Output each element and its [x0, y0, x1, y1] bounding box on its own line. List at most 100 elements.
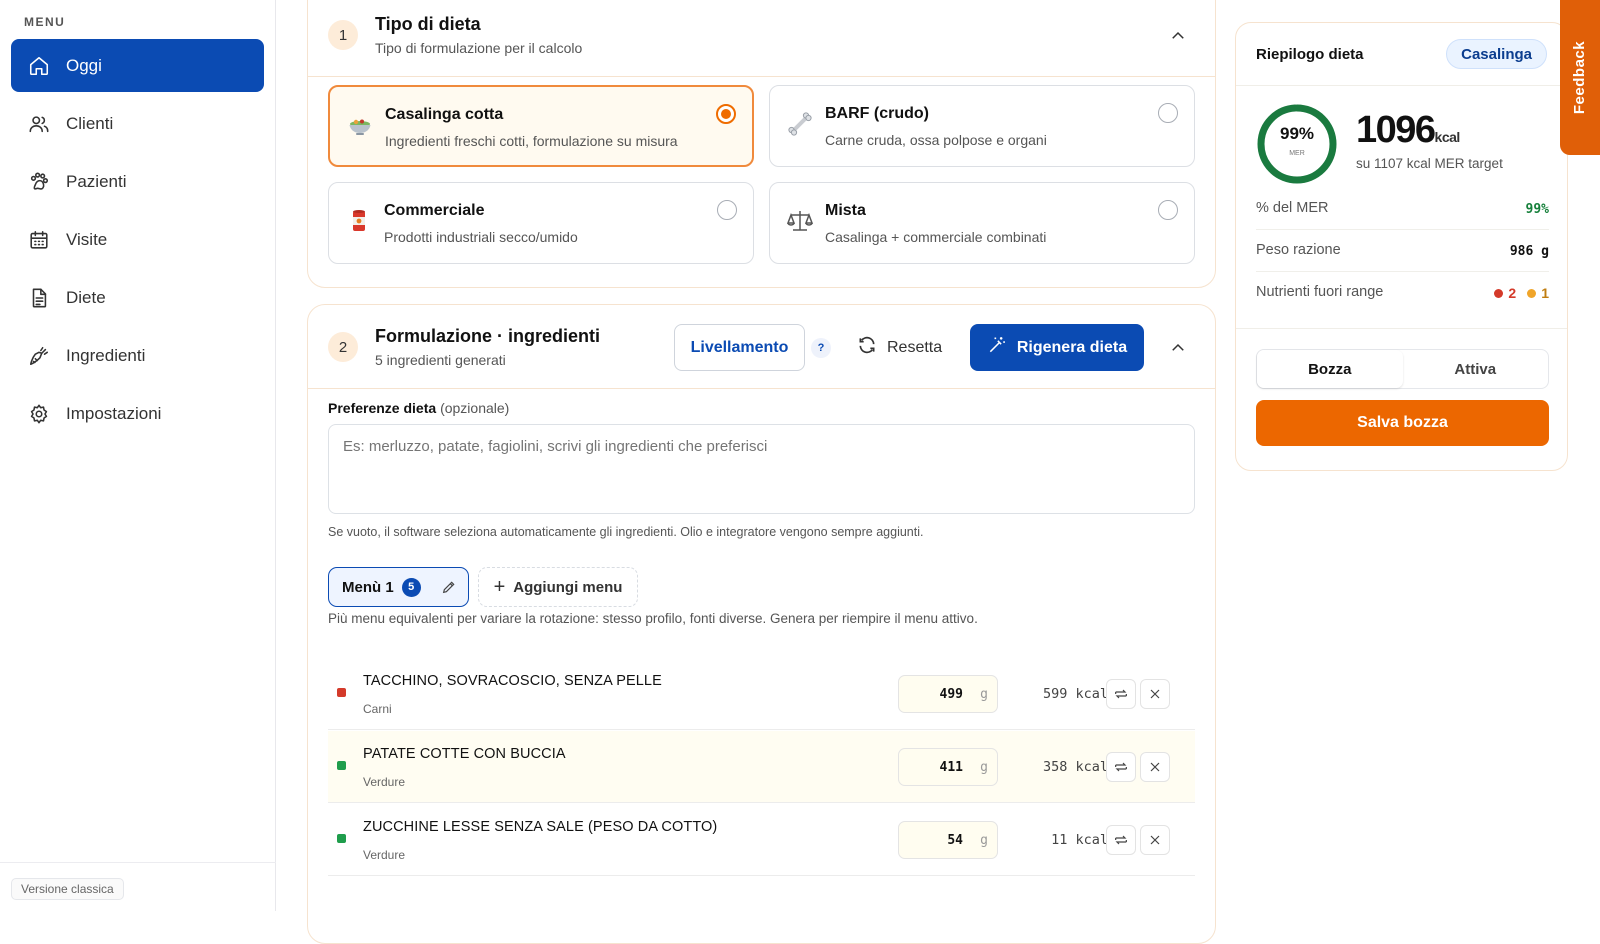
step-number: 2 — [328, 332, 358, 362]
status-dot — [337, 761, 346, 770]
summary-title: Riepilogo dieta — [1256, 46, 1364, 63]
bowl-icon — [346, 111, 374, 139]
gear-icon — [27, 402, 51, 426]
mer-progress-ring — [1257, 104, 1337, 184]
stat-weight: Peso razione 986 g — [1256, 230, 1549, 272]
ring-percent: 99% — [1279, 124, 1315, 143]
diet-option-mista[interactable]: Mista Casalinga + commerciale combinati — [769, 182, 1195, 264]
divider — [1236, 328, 1567, 329]
radio-unselected[interactable] — [1158, 200, 1178, 220]
option-title: BARF (crudo) — [825, 105, 929, 122]
sidebar-item-label: Impostazioni — [66, 403, 162, 423]
quantity-input[interactable]: 499 g — [898, 675, 998, 713]
reset-label: Resetta — [887, 338, 943, 356]
menu-hint: Più menu equivalenti per variare la rota… — [328, 611, 978, 626]
pencil-icon[interactable] — [441, 579, 457, 595]
ingredient-name: TACCHINO, SOVRACOSCIO, SENZA PELLE — [363, 673, 662, 689]
status-dot — [337, 688, 346, 697]
summary-header: Riepilogo dieta Casalinga — [1236, 23, 1567, 86]
feedback-tab[interactable]: Feedback — [1560, 0, 1600, 155]
radio-selected[interactable] — [716, 104, 736, 124]
close-icon[interactable] — [1140, 752, 1170, 782]
quantity-input[interactable]: 54 g — [898, 821, 998, 859]
sidebar: MENU Oggi Clienti Pazienti Visite Diete … — [0, 0, 276, 911]
regenerate-diet-button[interactable]: Rigenera dieta — [970, 324, 1144, 371]
home-icon — [27, 54, 51, 78]
preferences-input[interactable] — [328, 424, 1195, 514]
toggle-active[interactable]: Attiva — [1403, 350, 1549, 388]
diet-option-casalinga[interactable]: Casalinga cotta Ingredienti freschi cott… — [328, 85, 754, 167]
menu-tab-1[interactable]: Menù 1 5 — [328, 567, 469, 607]
document-icon — [27, 286, 51, 310]
sidebar-item-label: Clienti — [66, 113, 114, 133]
sidebar-item-diete[interactable]: Diete — [11, 271, 264, 324]
quantity-input[interactable]: 411 g — [898, 748, 998, 786]
menu-count-badge: 5 — [401, 577, 421, 597]
ingredient-category: Carni — [363, 702, 392, 716]
reset-button[interactable]: Resetta — [857, 324, 942, 371]
formulation-card: 2 Formulazione · ingredienti 5 ingredien… — [307, 304, 1216, 944]
radio-unselected[interactable] — [717, 200, 737, 220]
ingredient-kcal: 599 kcal — [1042, 686, 1108, 702]
option-title: Mista — [825, 202, 866, 219]
option-title: Casalinga cotta — [385, 106, 504, 123]
help-icon[interactable]: ? — [811, 338, 831, 358]
sidebar-item-clienti[interactable]: Clienti — [11, 97, 264, 150]
ingredient-name: ZUCCHINE LESSE SENZA SALE (PESO DA COTTO… — [363, 819, 718, 835]
menu-label: MENU — [24, 15, 66, 29]
sidebar-item-impostazioni[interactable]: Impostazioni — [11, 387, 264, 440]
feedback-label: Feedback — [1571, 40, 1589, 115]
diet-option-commerciale[interactable]: Commerciale Prodotti industriali secco/u… — [328, 182, 754, 264]
ingredient-category: Verdure — [363, 775, 406, 789]
formulation-header: 2 Formulazione · ingredienti 5 ingredien… — [308, 305, 1215, 389]
add-menu-label: Aggiungi menu — [513, 578, 623, 596]
add-menu-button[interactable]: + Aggiungi menu — [478, 567, 638, 607]
card-title: Formulazione · ingredienti — [375, 326, 601, 346]
swap-icon[interactable] — [1106, 679, 1136, 709]
ingredient-row: TACCHINO, SOVRACOSCIO, SENZA PELLE Carni… — [328, 658, 1195, 730]
option-subtitle: Ingredienti freschi cotti, formulazione … — [385, 133, 678, 149]
swap-icon[interactable] — [1106, 752, 1136, 782]
close-icon[interactable] — [1140, 679, 1170, 709]
ingredient-row: PATATE COTTE CON BUCCIA Verdure 411 g 35… — [328, 731, 1195, 803]
red-dot — [1494, 288, 1504, 298]
sidebar-item-label: Oggi — [66, 55, 102, 75]
diet-type-header[interactable]: 1 Tipo di dieta Tipo di formulazione per… — [308, 0, 1215, 77]
option-subtitle: Prodotti industriali secco/umido — [384, 229, 578, 245]
bone-icon — [786, 110, 814, 138]
swap-icon[interactable] — [1106, 825, 1136, 855]
sidebar-item-ingredienti[interactable]: Ingredienti — [11, 329, 264, 382]
carrot-icon — [27, 344, 51, 368]
preferences-label: Preferenze dieta (opzionale) — [328, 400, 510, 416]
card-subtitle: Tipo di formulazione per il calcolo — [375, 40, 583, 56]
close-icon[interactable] — [1140, 825, 1170, 855]
chevron-up-icon[interactable] — [1169, 27, 1187, 45]
option-subtitle: Carne cruda, ossa polpose e organi — [825, 132, 1047, 148]
classic-version-button[interactable]: Versione classica — [11, 878, 124, 900]
diet-option-barf[interactable]: BARF (crudo) Carne cruda, ossa polpose e… — [769, 85, 1195, 167]
leveling-button[interactable]: Livellamento — [674, 324, 805, 371]
refresh-icon — [857, 335, 877, 360]
status-toggle: Bozza Attiva — [1256, 349, 1549, 389]
users-icon — [27, 112, 51, 136]
toggle-draft[interactable]: Bozza — [1257, 350, 1403, 388]
save-draft-button[interactable]: Salva bozza — [1256, 400, 1549, 446]
chevron-up-icon[interactable] — [1169, 339, 1187, 357]
scale-icon — [786, 207, 814, 235]
sidebar-item-pazienti[interactable]: Pazienti — [11, 155, 264, 208]
can-icon — [345, 207, 373, 235]
option-title: Commerciale — [384, 202, 485, 219]
magic-wand-icon — [987, 335, 1007, 360]
menu-tab-label: Menù 1 — [342, 578, 394, 596]
ingredient-category: Verdure — [363, 848, 406, 862]
sidebar-item-label: Ingredienti — [66, 345, 146, 365]
out-of-range-counts: 2 1 — [1494, 285, 1549, 301]
radio-unselected[interactable] — [1158, 103, 1178, 123]
card-title: Tipo di dieta — [375, 14, 481, 34]
sidebar-item-oggi[interactable]: Oggi — [11, 39, 264, 92]
plus-icon: + — [493, 575, 506, 598]
ingredient-name: PATATE COTTE CON BUCCIA — [363, 746, 566, 762]
sidebar-item-visite[interactable]: Visite — [11, 213, 264, 266]
sidebar-item-label: Pazienti — [66, 171, 127, 191]
diet-summary-panel: Riepilogo dieta Casalinga 99% MER 1096kc… — [1235, 22, 1568, 471]
